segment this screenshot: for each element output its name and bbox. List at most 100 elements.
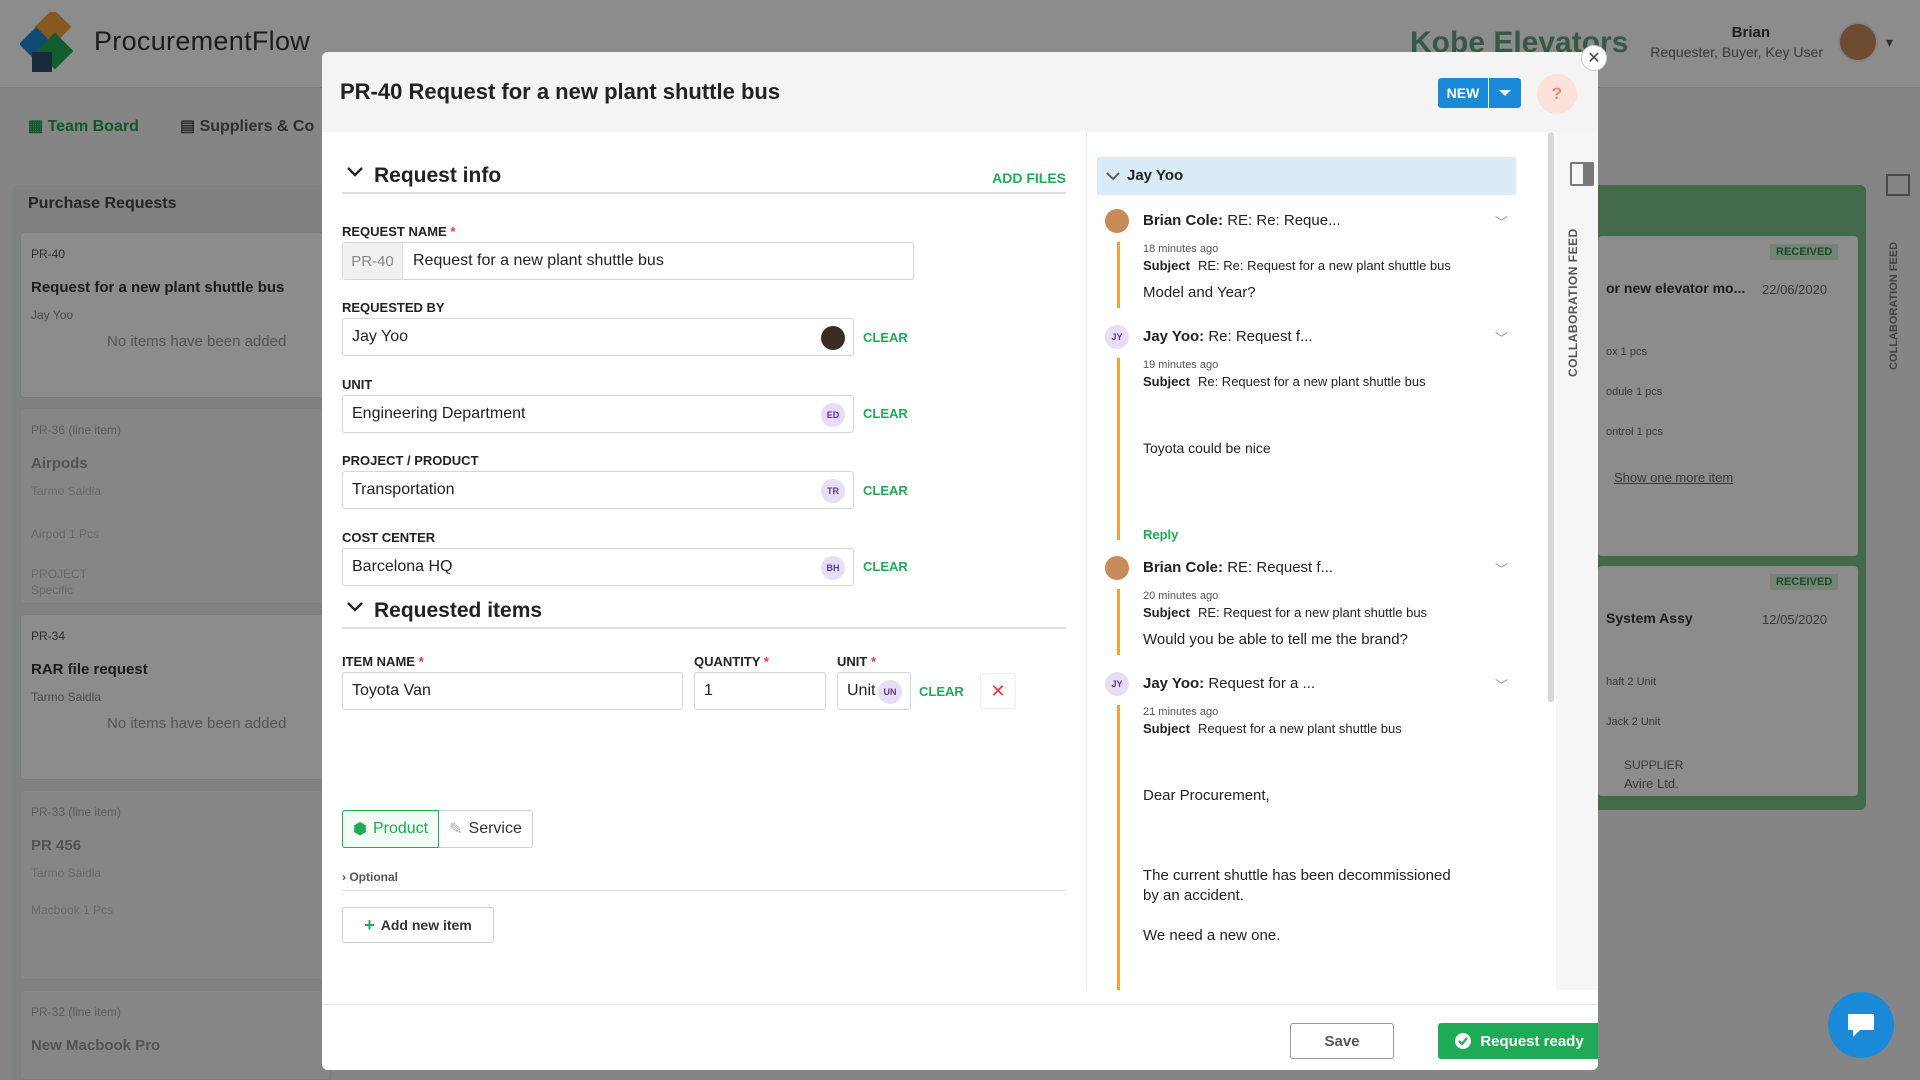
- add-new-item-button[interactable]: + Add new item: [342, 907, 494, 943]
- close-icon: ✕: [990, 680, 1006, 701]
- message-author: Brian Cole:: [1143, 212, 1224, 229]
- close-modal-button[interactable]: ✕: [1581, 45, 1607, 71]
- help-button[interactable]: ?: [1537, 74, 1577, 114]
- quantity-input[interactable]: 1: [694, 672, 826, 710]
- button-label: Add new item: [380, 917, 472, 933]
- requested-by-label: REQUESTED BY: [342, 300, 445, 315]
- clear-item-unit-button[interactable]: CLEAR: [919, 684, 964, 699]
- required-mark: *: [763, 654, 769, 669]
- modal-title: PR-40 Request for a new plant shuttle bu…: [340, 79, 781, 104]
- optional-label: Optional: [349, 870, 399, 884]
- cost-center-label: COST CENTER: [342, 530, 436, 545]
- cost-center-value: Barcelona HQ: [352, 558, 453, 575]
- label-text: REQUEST NAME: [342, 224, 447, 239]
- clear-requested-by-button[interactable]: CLEAR: [863, 330, 908, 345]
- required-mark: *: [450, 224, 456, 239]
- message-body: Would you be able to tell me the brand?: [1143, 631, 1408, 648]
- feed-scrollbar[interactable]: [1548, 132, 1556, 932]
- item-name-value: Toyota Van: [352, 682, 431, 699]
- unit-label: UNIT: [342, 377, 373, 392]
- message-body: The current shuttle has been decommissio…: [1143, 867, 1451, 884]
- message-header[interactable]: Brian Cole: RE: Re: Reque...: [1143, 212, 1341, 229]
- chevron-right-icon: ›: [342, 870, 346, 884]
- reply-link[interactable]: Reply: [1143, 527, 1178, 542]
- label-text: QUANTITY: [694, 654, 761, 669]
- subject-label: Subject: [1143, 258, 1190, 273]
- subject-label: Subject: [1143, 605, 1190, 620]
- message-title: RE: Re: Reque...: [1227, 212, 1341, 229]
- message-subject: Subject RE: Request for a new plant shutt…: [1143, 605, 1427, 620]
- chevron-down-icon: [347, 602, 363, 612]
- optional-toggle[interactable]: › Optional: [342, 870, 398, 884]
- unit-field[interactable]: Engineering Department ED: [342, 395, 854, 433]
- request-name-label: REQUEST NAME *: [342, 224, 455, 239]
- clear-unit-button[interactable]: CLEAR: [863, 406, 908, 421]
- request-ready-button[interactable]: Request ready: [1438, 1023, 1598, 1059]
- section-request-info[interactable]: Request info ADD FILES: [342, 158, 1066, 194]
- thread-header[interactable]: Jay Yoo: [1097, 157, 1516, 195]
- requested-by-value: Jay Yoo: [352, 328, 409, 345]
- divider: [342, 890, 1066, 891]
- project-badge: TR: [821, 479, 845, 503]
- collaboration-feed: Jay Yoo Brian Cole: RE: Re: Reque... ﹀ 1…: [1086, 132, 1516, 990]
- message-header[interactable]: Jay Yoo: Re: Request f...: [1143, 328, 1313, 345]
- status-dropdown-button[interactable]: [1489, 78, 1521, 108]
- save-button[interactable]: Save: [1290, 1023, 1394, 1059]
- subject-value: Re: Request for a new plant shuttle bus: [1197, 374, 1426, 389]
- chevron-down-icon[interactable]: ﹀: [1495, 212, 1508, 231]
- message-title: Request for a ...: [1208, 675, 1316, 692]
- scrollbar-thumb[interactable]: [1548, 132, 1554, 702]
- subject-label: Subject: [1143, 721, 1190, 736]
- plus-icon: +: [364, 914, 375, 935]
- clear-project-button[interactable]: CLEAR: [863, 483, 908, 498]
- cost-center-field[interactable]: Barcelona HQ BH: [342, 548, 854, 586]
- message-body: We need a new one.: [1143, 927, 1281, 944]
- chat-button[interactable]: [1828, 992, 1894, 1058]
- message-title: Re: Request f...: [1208, 328, 1313, 345]
- message-header[interactable]: Brian Cole: RE: Request f...: [1143, 559, 1333, 576]
- message-body: Toyota could be nice: [1143, 440, 1271, 456]
- service-option[interactable]: ✎ Service: [439, 810, 533, 848]
- check-circle-icon: [1455, 1033, 1472, 1049]
- item-unit-label: UNIT *: [837, 654, 876, 669]
- box-icon: ⬢: [353, 821, 367, 838]
- thread-title: Jay Yoo: [1127, 167, 1184, 184]
- chevron-down-icon[interactable]: ﹀: [1495, 328, 1508, 347]
- add-files-link[interactable]: ADD FILES: [992, 170, 1066, 186]
- chat-icon: [1848, 1014, 1874, 1037]
- requested-by-field[interactable]: Jay Yoo: [342, 318, 854, 356]
- item-type-toggle: ⬢ Product ✎ Service: [342, 810, 533, 848]
- chevron-down-icon[interactable]: ﹀: [1495, 675, 1508, 694]
- avatar: [1105, 556, 1129, 580]
- feed-side-rail: COLLABORATION FEED: [1556, 132, 1598, 990]
- feed-side-label: COLLABORATION FEED: [1566, 228, 1580, 377]
- message-header[interactable]: Jay Yoo: Request for a ...: [1143, 675, 1315, 692]
- clear-cost-center-button[interactable]: CLEAR: [863, 559, 908, 574]
- project-field[interactable]: Transportation TR: [342, 471, 854, 509]
- unit-value: Engineering Department: [352, 405, 526, 422]
- delete-item-button[interactable]: ✕: [980, 673, 1016, 709]
- item-name-label: ITEM NAME *: [342, 654, 424, 669]
- avatar: JY: [1105, 672, 1129, 696]
- message-subject: Subject RE: Re: Request for a new plant s…: [1143, 258, 1451, 273]
- request-name-field[interactable]: PR-40 Request for a new plant shuttle bu…: [342, 242, 914, 280]
- request-name-value: Request for a new plant shuttle bus: [413, 252, 664, 269]
- item-name-input[interactable]: Toyota Van: [342, 672, 683, 710]
- subject-value: RE: Re: Request for a new plant shuttle …: [1197, 258, 1451, 273]
- wrench-icon: ✎: [449, 821, 463, 838]
- product-option[interactable]: ⬢ Product: [342, 810, 440, 848]
- section-title: Request info: [374, 164, 502, 187]
- message-author: Brian Cole:: [1143, 559, 1224, 576]
- avatar: JY: [1105, 325, 1129, 349]
- purchase-request-modal: PR-40 Request for a new plant shuttle bu…: [322, 52, 1598, 1070]
- project-label: PROJECT / PRODUCT: [342, 453, 479, 468]
- item-unit-select[interactable]: Unit UN: [837, 672, 911, 710]
- section-title: Requested items: [374, 599, 543, 622]
- status-button[interactable]: NEW: [1438, 78, 1488, 108]
- required-mark: *: [418, 654, 424, 669]
- chevron-down-icon[interactable]: ﹀: [1495, 559, 1508, 578]
- panel-toggle-icon[interactable]: [1570, 162, 1594, 186]
- unit-badge: ED: [821, 403, 845, 427]
- message-time: 18 minutes ago: [1143, 243, 1219, 255]
- section-requested-items[interactable]: Requested items: [342, 593, 1066, 629]
